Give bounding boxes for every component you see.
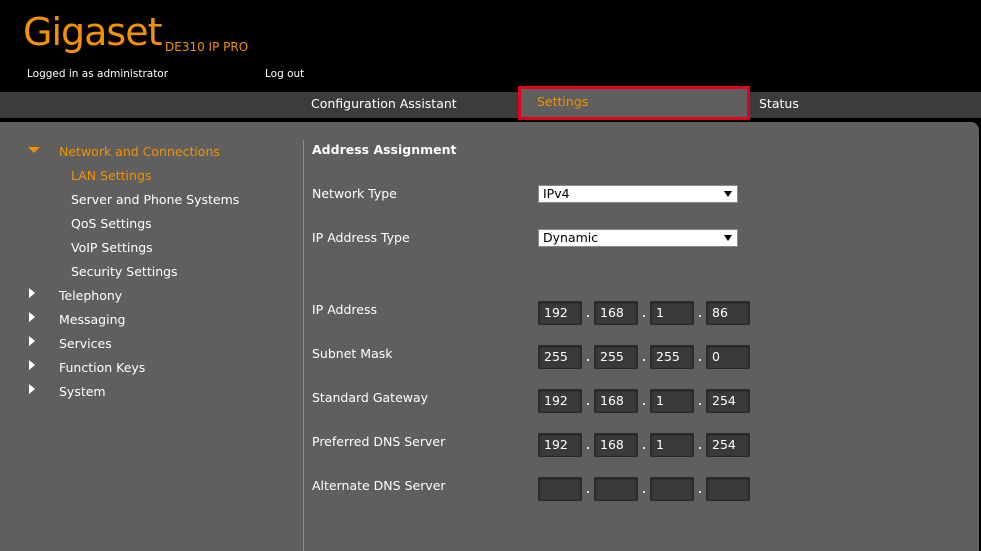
expanded-arrow-icon (28, 147, 40, 153)
ip-address-octet-4[interactable]: 86 (706, 301, 750, 325)
alternate-dns-octet-2[interactable] (594, 477, 638, 501)
preferred-dns-octet-3[interactable]: 1 (650, 433, 694, 457)
dropdown-arrow-icon (724, 191, 732, 197)
product-name: DE310 IP PRO (165, 40, 249, 54)
subnet-mask-octet-1[interactable]: 255 (538, 345, 582, 369)
standard-gateway-octet-2[interactable]: 168 (594, 389, 638, 413)
standard-gateway-octet-3[interactable]: 1 (650, 389, 694, 413)
octet-separator (699, 491, 701, 493)
octet-separator (699, 315, 701, 317)
octet-separator (699, 359, 701, 361)
collapsed-arrow-icon (29, 288, 35, 298)
main-nav: Configuration Assistant Settings Status (0, 86, 981, 120)
alternate-dns-octet-1[interactable] (538, 477, 582, 501)
octet-separator (643, 315, 645, 317)
ip-address-octet-3[interactable]: 1 (650, 301, 694, 325)
collapsed-arrow-icon (29, 336, 35, 346)
octet-separator (699, 447, 701, 449)
section-title: Address Assignment (312, 142, 457, 157)
octet-separator (587, 447, 589, 449)
octet-separator (643, 447, 645, 449)
octet-separator (643, 491, 645, 493)
sidebar-divider (303, 140, 304, 551)
network-type-label: Network Type (312, 186, 397, 201)
preferred-dns-octet-4[interactable]: 254 (706, 433, 750, 457)
preferred-dns-octet-2[interactable]: 168 (594, 433, 638, 457)
tab-settings[interactable]: Settings (518, 86, 750, 120)
alternate-dns-octet-4[interactable] (706, 477, 750, 501)
tab-configuration-assistant[interactable]: Configuration Assistant (311, 92, 457, 118)
sidebar-item-lan-settings[interactable]: LAN Settings (71, 168, 151, 183)
header: Gigaset DE310 IP PRO Logged in as admini… (0, 0, 981, 92)
content-panel (0, 122, 979, 551)
sidebar-item-messaging[interactable]: Messaging (59, 312, 125, 327)
sidebar-item-services[interactable]: Services (59, 336, 112, 351)
sidebar-item-telephony[interactable]: Telephony (59, 288, 122, 303)
octet-separator (643, 359, 645, 361)
sidebar-item-system[interactable]: System (59, 384, 106, 399)
subnet-mask-label: Subnet Mask (312, 346, 393, 361)
ip-address-type-value: Dynamic (543, 230, 599, 245)
ip-address-type-label: IP Address Type (312, 230, 410, 245)
alternate-dns-octet-3[interactable] (650, 477, 694, 501)
octet-separator (699, 403, 701, 405)
sidebar-item-qos-settings[interactable]: QoS Settings (71, 216, 152, 231)
ip-address-octet-1[interactable]: 192 (538, 301, 582, 325)
standard-gateway-octet-1[interactable]: 192 (538, 389, 582, 413)
ip-address-label: IP Address (312, 302, 377, 317)
standard-gateway-label: Standard Gateway (312, 390, 429, 405)
collapsed-arrow-icon (29, 384, 35, 394)
preferred-dns-octet-1[interactable]: 192 (538, 433, 582, 457)
sidebar-item-function-keys[interactable]: Function Keys (59, 360, 145, 375)
ip-address-octet-2[interactable]: 168 (594, 301, 638, 325)
standard-gateway-octet-4[interactable]: 254 (706, 389, 750, 413)
sidebar-item-security-settings[interactable]: Security Settings (71, 264, 178, 279)
sidebar-item-network-and-connections[interactable]: Network and Connections (59, 144, 220, 159)
subnet-mask-octet-4[interactable]: 0 (706, 345, 750, 369)
gigaset-logo: Gigaset (23, 10, 162, 54)
octet-separator (587, 315, 589, 317)
octet-separator (587, 403, 589, 405)
octet-separator (643, 403, 645, 405)
logged-in-status: Logged in as administrator (27, 68, 169, 80)
logout-link[interactable]: Log out (265, 68, 304, 80)
subnet-mask-octet-2[interactable]: 255 (594, 345, 638, 369)
preferred-dns-label: Preferred DNS Server (312, 434, 446, 449)
ip-address-type-select[interactable]: Dynamic (538, 229, 738, 247)
collapsed-arrow-icon (29, 360, 35, 370)
octet-separator (587, 359, 589, 361)
network-type-select[interactable]: IPv4 (538, 185, 738, 203)
collapsed-arrow-icon (29, 312, 35, 322)
sidebar-item-voip-settings[interactable]: VoIP Settings (71, 240, 153, 255)
sidebar-item-server-and-phone-systems[interactable]: Server and Phone Systems (71, 192, 239, 207)
tab-settings-label: Settings (537, 94, 589, 109)
subnet-mask-octet-3[interactable]: 255 (650, 345, 694, 369)
network-type-value: IPv4 (543, 186, 570, 201)
octet-separator (587, 491, 589, 493)
dropdown-arrow-icon (724, 235, 732, 241)
alternate-dns-label: Alternate DNS Server (312, 478, 446, 493)
tab-status[interactable]: Status (759, 92, 799, 118)
